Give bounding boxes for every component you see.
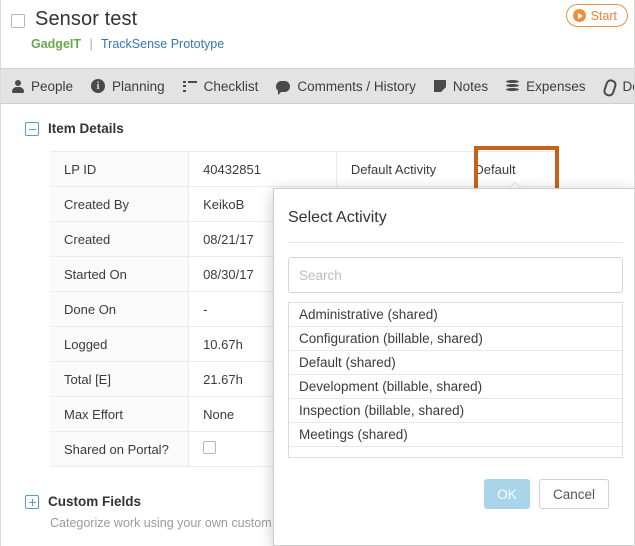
tab-planning[interactable]: i Planning bbox=[82, 69, 174, 103]
dialog-title: Select Activity bbox=[288, 209, 387, 227]
custom-fields-description: Categorize work using your own custom fi bbox=[50, 516, 281, 530]
row-label: Started On bbox=[50, 257, 189, 292]
start-button[interactable]: Start bbox=[566, 4, 628, 27]
custom-fields-section-header: Custom Fields bbox=[25, 494, 141, 509]
list-item-empty bbox=[289, 447, 622, 458]
page-header: Sensor test GadgeIT | TrackSense Prototy… bbox=[1, 0, 635, 68]
app-page: Sensor test GadgeIT | TrackSense Prototy… bbox=[0, 0, 635, 546]
list-item[interactable]: Development (billable, shared) bbox=[289, 375, 622, 399]
list-item[interactable]: Administrative (shared) bbox=[289, 303, 622, 327]
page-title: Sensor test bbox=[35, 6, 137, 32]
row-label: Created bbox=[50, 222, 189, 257]
tab-documents-label: Doc bbox=[622, 79, 635, 94]
row-value-default-activity[interactable]: Default bbox=[460, 152, 541, 187]
database-icon bbox=[506, 80, 519, 93]
list-item[interactable]: Inspection (billable, shared) bbox=[289, 399, 622, 423]
note-icon bbox=[434, 80, 446, 92]
person-icon bbox=[12, 80, 24, 93]
row-spacer bbox=[541, 152, 555, 187]
activity-options-list[interactable]: Administrative (shared) Configuration (b… bbox=[288, 302, 623, 458]
shared-on-portal-checkbox[interactable] bbox=[203, 441, 216, 454]
row-label-default-activity: Default Activity bbox=[336, 152, 460, 187]
item-details-collapse-toggle-icon[interactable] bbox=[25, 122, 39, 136]
start-button-label: Start bbox=[591, 9, 617, 23]
custom-fields-title: Custom Fields bbox=[48, 494, 141, 509]
breadcrumb: GadgeIT | TrackSense Prototype bbox=[31, 36, 224, 52]
title-row: Sensor test bbox=[11, 6, 137, 32]
list-item[interactable]: Default (shared) bbox=[289, 351, 622, 375]
tab-bar: People i Planning Checklist Comments / H… bbox=[1, 68, 635, 104]
row-label: Total [E] bbox=[50, 362, 189, 397]
cancel-button[interactable]: Cancel bbox=[539, 479, 609, 509]
tab-notes-label: Notes bbox=[453, 79, 488, 94]
search-input[interactable] bbox=[288, 257, 623, 293]
row-label: Logged bbox=[50, 327, 189, 362]
list-item[interactable]: Configuration (billable, shared) bbox=[289, 327, 622, 351]
row-label: Done On bbox=[50, 292, 189, 327]
custom-fields-expand-toggle-icon[interactable] bbox=[25, 495, 39, 509]
table-row: LP ID 40432851 Default Activity Default bbox=[50, 152, 555, 187]
item-details-section-header: Item Details bbox=[25, 121, 124, 136]
tab-people-label: People bbox=[31, 79, 73, 94]
tab-expenses[interactable]: Expenses bbox=[497, 69, 594, 103]
tab-planning-label: Planning bbox=[112, 79, 165, 94]
item-select-checkbox[interactable] bbox=[11, 14, 25, 28]
row-label: LP ID bbox=[50, 152, 189, 187]
list-item[interactable]: Meetings (shared) bbox=[289, 423, 622, 447]
list-icon bbox=[183, 81, 197, 92]
info-circle-icon: i bbox=[91, 79, 105, 93]
row-label: Shared on Portal? bbox=[50, 432, 189, 467]
dialog-divider bbox=[288, 242, 623, 243]
tab-checklist-label: Checklist bbox=[204, 79, 259, 94]
dialog-footer: OK Cancel bbox=[274, 479, 635, 519]
tab-documents[interactable]: Doc bbox=[594, 69, 635, 103]
speech-bubble-icon bbox=[276, 81, 290, 92]
tab-people[interactable]: People bbox=[3, 69, 82, 103]
item-details-title: Item Details bbox=[48, 121, 124, 136]
row-value: 40432851 bbox=[189, 152, 337, 187]
tab-comments-history[interactable]: Comments / History bbox=[267, 69, 425, 103]
play-icon bbox=[573, 9, 586, 22]
row-label: Created By bbox=[50, 187, 189, 222]
paperclip-icon bbox=[603, 79, 615, 93]
breadcrumb-organization[interactable]: GadgeIT bbox=[31, 37, 81, 51]
tab-expenses-label: Expenses bbox=[526, 79, 585, 94]
ok-button[interactable]: OK bbox=[484, 479, 530, 509]
tab-notes[interactable]: Notes bbox=[425, 69, 497, 103]
row-label: Max Effort bbox=[50, 397, 189, 432]
select-activity-dialog: Select Activity Administrative (shared) … bbox=[273, 188, 635, 546]
tab-comments-history-label: Comments / History bbox=[297, 79, 416, 94]
breadcrumb-separator: | bbox=[90, 37, 93, 51]
tab-checklist[interactable]: Checklist bbox=[174, 69, 268, 103]
breadcrumb-project[interactable]: TrackSense Prototype bbox=[101, 37, 224, 51]
